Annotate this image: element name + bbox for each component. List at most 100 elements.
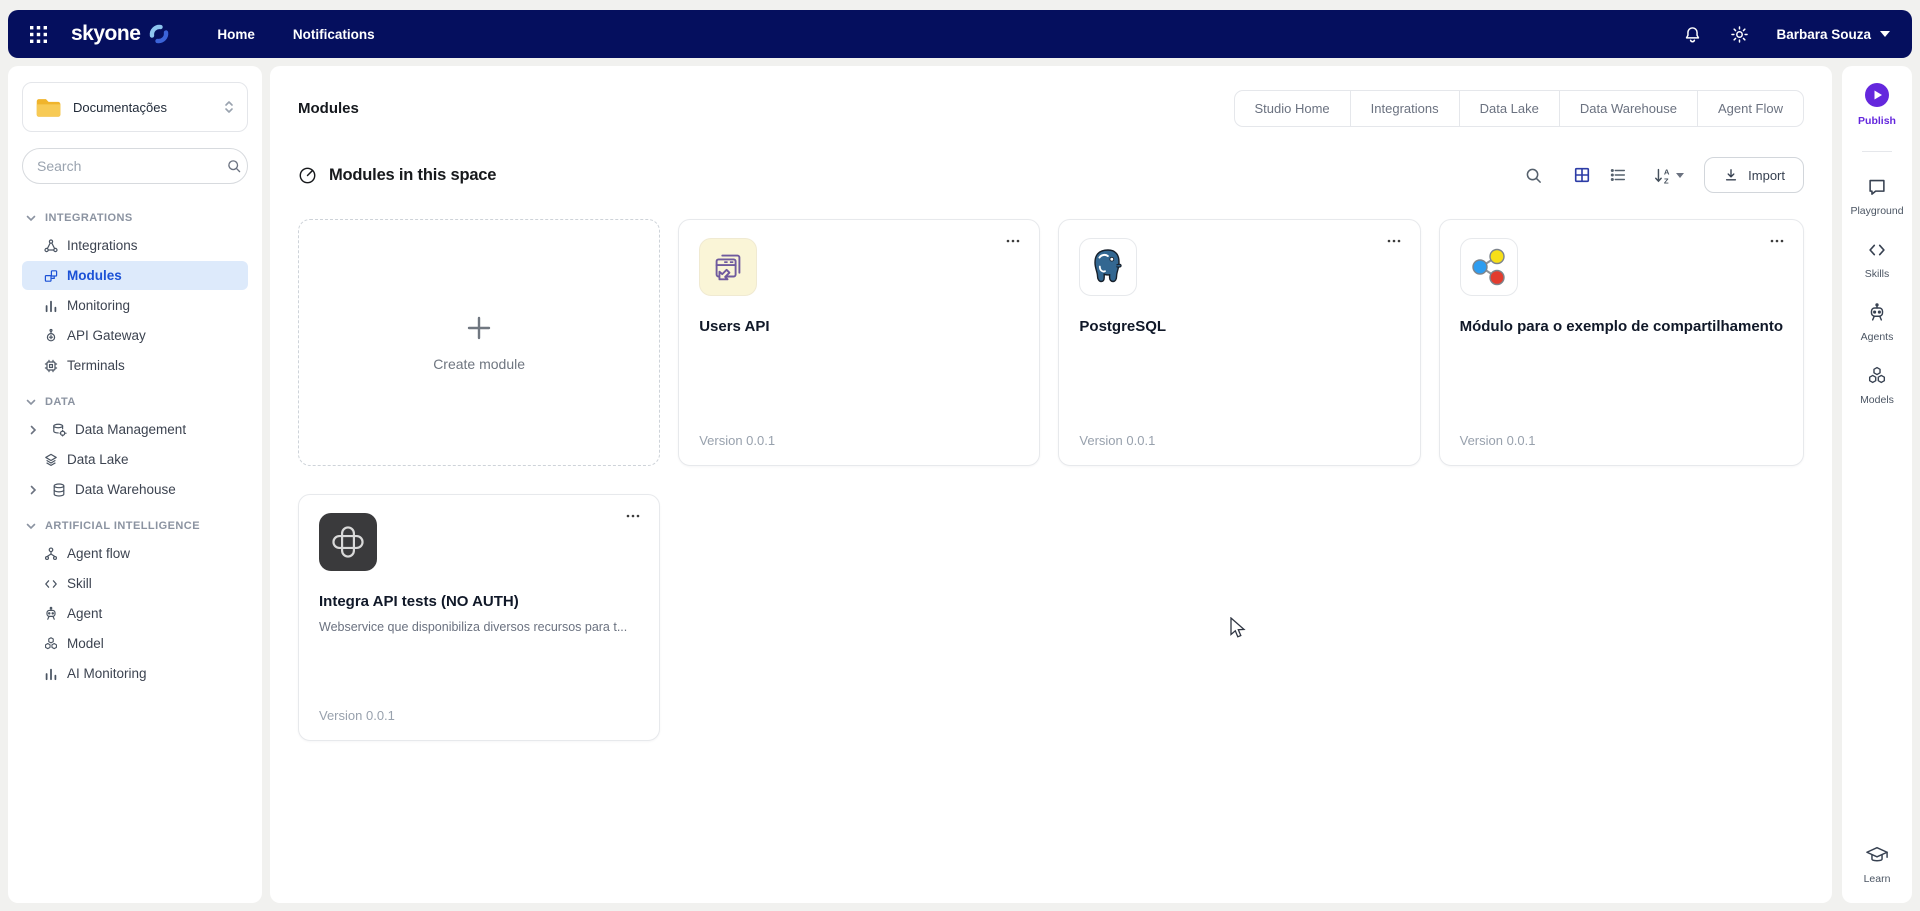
list-view-icon[interactable] — [1607, 164, 1629, 186]
nav-link-home[interactable]: Home — [217, 27, 255, 42]
sidebar-item-label: Data Warehouse — [75, 482, 176, 497]
tab-data-lake[interactable]: Data Lake — [1459, 91, 1559, 126]
sidebar-item-label: API Gateway — [67, 328, 146, 343]
download-icon — [1723, 167, 1739, 183]
rail-item-playground[interactable]: Playground — [1850, 176, 1903, 217]
chevron-right-icon[interactable] — [30, 485, 43, 495]
data-warehouse-icon — [51, 482, 67, 498]
sidebar-item-label: Agent flow — [67, 546, 130, 561]
card-menu-icon[interactable] — [623, 511, 643, 521]
bell-icon[interactable] — [1682, 24, 1703, 45]
skill-icon — [43, 576, 59, 592]
sort-az-button[interactable]: A Z — [1653, 166, 1684, 185]
search-input[interactable] — [37, 158, 218, 174]
module-card-postgresql[interactable]: PostgreSQL Version 0.0.1 — [1058, 219, 1420, 466]
module-title: Users API — [699, 318, 1019, 335]
tab-integrations[interactable]: Integrations — [1350, 91, 1459, 126]
card-menu-icon[interactable] — [1003, 236, 1023, 246]
sidebar-item-label: Agent — [67, 606, 102, 621]
sidebar-item-label: Modules — [67, 268, 122, 283]
sidebar-item-data-management[interactable]: Data Management — [22, 415, 248, 444]
svg-text:A: A — [1664, 167, 1670, 176]
sidebar-item-label: Monitoring — [67, 298, 130, 313]
grid-view-icon[interactable] — [1571, 164, 1593, 186]
user-name: Barbara Souza — [1776, 27, 1871, 42]
tab-data-warehouse[interactable]: Data Warehouse — [1559, 91, 1697, 126]
rail-item-learn[interactable]: Learn — [1864, 844, 1891, 885]
brand-swirl-icon — [147, 22, 171, 46]
sidebar-item-integrations[interactable]: Integrations — [22, 231, 248, 260]
create-module-card[interactable]: Create module — [298, 219, 660, 466]
main-panel: Modules Studio Home Integrations Data La… — [270, 66, 1832, 903]
sidebar-item-monitoring[interactable]: Monitoring — [22, 291, 248, 320]
sidebar-item-agent[interactable]: Agent — [22, 599, 248, 628]
tab-studio-home[interactable]: Studio Home — [1235, 91, 1350, 126]
model-icon — [43, 636, 59, 652]
agent-icon — [43, 606, 59, 622]
module-title: PostgreSQL — [1079, 318, 1399, 335]
rail-label: Learn — [1864, 873, 1891, 885]
left-sidebar: Documentações INTEGRATIONS — [8, 66, 262, 903]
app-grid-icon[interactable] — [30, 26, 47, 43]
sidebar-item-label: AI Monitoring — [67, 666, 147, 681]
sidebar-item-api-gateway[interactable]: API Gateway — [22, 321, 248, 350]
section-title: Modules in this space — [329, 166, 496, 185]
gear-icon[interactable] — [1729, 24, 1750, 45]
data-management-icon — [51, 422, 67, 438]
chevron-right-icon[interactable] — [30, 425, 43, 435]
playground-icon — [1866, 176, 1888, 198]
sidebar-item-ai-monitoring[interactable]: AI Monitoring — [22, 659, 248, 688]
group-integrations[interactable]: INTEGRATIONS — [22, 206, 248, 230]
search-icon[interactable] — [1522, 164, 1545, 187]
card-menu-icon[interactable] — [1384, 236, 1404, 246]
sidebar-item-label: Model — [67, 636, 104, 651]
card-menu-icon[interactable] — [1767, 236, 1787, 246]
sidebar-item-skill[interactable]: Skill — [22, 569, 248, 598]
learn-icon — [1865, 844, 1889, 866]
search-icon[interactable] — [226, 158, 242, 174]
sidebar-item-label: Skill — [67, 576, 92, 591]
rail-label: Models — [1860, 394, 1894, 406]
workspace-label: Documentações — [73, 100, 213, 115]
group-label: INTEGRATIONS — [45, 212, 133, 224]
share-nodes-icon — [1460, 238, 1518, 296]
chevron-down-icon — [26, 523, 36, 530]
group-label: ARTIFICIAL INTELLIGENCE — [45, 520, 200, 532]
rail-item-skills[interactable]: Skills — [1865, 239, 1890, 280]
rail-item-agents[interactable]: Agents — [1861, 302, 1894, 343]
agent-flow-icon — [43, 546, 59, 562]
sidebar-item-data-warehouse[interactable]: Data Warehouse — [22, 475, 248, 504]
nav-link-notifications[interactable]: Notifications — [293, 27, 375, 42]
svg-text:Z: Z — [1664, 176, 1669, 184]
workspace-select[interactable]: Documentações — [22, 82, 248, 132]
sidebar-item-label: Terminals — [67, 358, 125, 373]
sidebar-item-label: Data Lake — [67, 452, 129, 467]
clock-icon — [298, 166, 317, 185]
postgresql-logo-icon — [1079, 238, 1137, 296]
knot-icon — [319, 513, 377, 571]
module-card-integra-api-tests[interactable]: Integra API tests (NO AUTH) Webservice q… — [298, 494, 660, 741]
modules-icon — [43, 268, 59, 284]
sidebar-item-agent-flow[interactable]: Agent flow — [22, 539, 248, 568]
group-artificial-intelligence[interactable]: ARTIFICIAL INTELLIGENCE — [22, 514, 248, 538]
api-gateway-icon — [43, 328, 59, 344]
user-menu[interactable]: Barbara Souza — [1776, 27, 1890, 42]
import-button[interactable]: Import — [1704, 157, 1804, 193]
tab-agent-flow[interactable]: Agent Flow — [1697, 91, 1803, 126]
module-card-users-api[interactable]: Users API Version 0.0.1 — [678, 219, 1040, 466]
module-card-compartilhamento[interactable]: Módulo para o exemplo de compartilhament… — [1439, 219, 1804, 466]
import-label: Import — [1748, 168, 1785, 183]
brand-logo[interactable]: skyone — [71, 22, 171, 46]
module-description: Webservice que disponibiliza diversos re… — [319, 620, 639, 634]
group-data[interactable]: DATA — [22, 390, 248, 414]
page-title: Modules — [298, 100, 359, 117]
chevron-down-icon — [26, 399, 36, 406]
sidebar-item-modules[interactable]: Modules — [22, 261, 248, 290]
rail-item-publish[interactable]: Publish — [1858, 82, 1896, 127]
module-version: Version 0.0.1 — [319, 708, 395, 723]
rail-item-models[interactable]: Models — [1860, 365, 1894, 406]
sidebar-item-terminals[interactable]: Terminals — [22, 351, 248, 380]
sidebar-item-data-lake[interactable]: Data Lake — [22, 445, 248, 474]
sidebar-item-model[interactable]: Model — [22, 629, 248, 658]
agents-icon — [1866, 302, 1888, 324]
